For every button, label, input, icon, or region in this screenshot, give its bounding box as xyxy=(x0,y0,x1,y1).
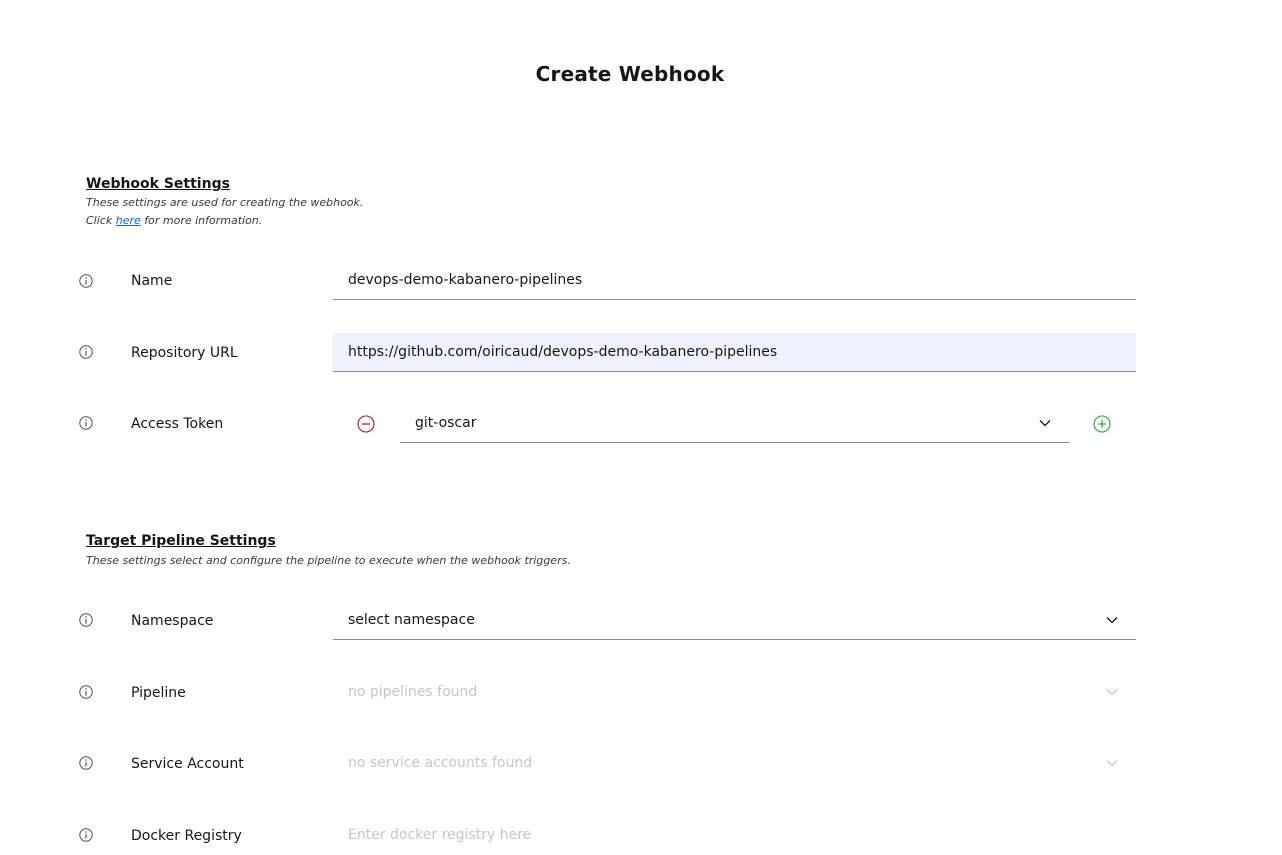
information-icon[interactable] xyxy=(79,685,93,699)
webhook-settings-title: Webhook Settings xyxy=(86,176,230,192)
chevron-down-icon xyxy=(1106,760,1118,767)
service-account-dropdown: no service accounts found xyxy=(333,744,1136,783)
service-account-label: Service Account xyxy=(131,756,244,772)
pipeline-settings-title: Target Pipeline Settings xyxy=(86,533,276,549)
docker-registry-input[interactable]: Enter docker registry here xyxy=(333,815,1136,854)
page-title: Create Webhook xyxy=(535,62,725,86)
access-token-value: git-oscar xyxy=(415,415,477,431)
service-account-value: no service accounts found xyxy=(348,755,533,771)
chevron-down-icon xyxy=(1106,689,1118,696)
minus-circle-icon[interactable] xyxy=(357,415,375,433)
name-value: devops-demo-kabanero-pipelines xyxy=(348,272,583,288)
pipeline-settings-description: These settings select and configure the … xyxy=(86,554,571,567)
namespace-value: select namespace xyxy=(348,612,475,628)
information-icon[interactable] xyxy=(79,274,93,288)
repo-url-input[interactable]: https://github.com/oiricaud/devops-demo-… xyxy=(333,333,1136,372)
chevron-down-icon xyxy=(1039,420,1051,427)
repo-url-row: Repository URL https://github.com/oirica… xyxy=(0,333,1282,373)
namespace-dropdown[interactable]: select namespace xyxy=(333,601,1136,640)
plus-circle-icon[interactable] xyxy=(1093,415,1111,433)
information-icon[interactable] xyxy=(79,345,93,359)
pipeline-dropdown: no pipelines found xyxy=(333,673,1136,712)
pipeline-value: no pipelines found xyxy=(348,684,478,700)
pipeline-row: Pipeline no pipelines found xyxy=(0,673,1282,713)
name-row: Name devops-demo-kabanero-pipelines xyxy=(0,261,1282,301)
access-token-label: Access Token xyxy=(131,416,224,432)
namespace-label: Namespace xyxy=(131,613,214,629)
namespace-row: Namespace select namespace xyxy=(0,601,1282,641)
webhook-settings-desc-line2: Click here for more information. xyxy=(86,212,363,230)
webhook-settings-desc-line1: These settings are used for creating the… xyxy=(86,196,364,209)
information-icon[interactable] xyxy=(79,613,93,627)
more-info-link[interactable]: here xyxy=(116,214,141,227)
docker-registry-row: Docker Registry Enter docker registry he… xyxy=(0,815,1282,855)
repo-url-value: https://github.com/oiricaud/devops-demo-… xyxy=(348,344,778,360)
repo-url-label: Repository URL xyxy=(131,345,238,361)
name-input[interactable]: devops-demo-kabanero-pipelines xyxy=(333,261,1136,300)
chevron-down-icon xyxy=(1106,617,1118,624)
access-token-dropdown[interactable]: git-oscar xyxy=(400,404,1069,443)
access-token-row: Access Token git-oscar xyxy=(0,404,1282,444)
docker-registry-label: Docker Registry xyxy=(131,828,242,844)
information-icon[interactable] xyxy=(79,416,93,430)
information-icon[interactable] xyxy=(79,828,93,842)
service-account-row: Service Account no service accounts foun… xyxy=(0,744,1282,784)
docker-registry-placeholder: Enter docker registry here xyxy=(348,827,532,843)
information-icon[interactable] xyxy=(79,756,93,770)
name-label: Name xyxy=(131,273,173,289)
pipeline-label: Pipeline xyxy=(131,685,186,701)
webhook-settings-description: These settings are used for creating the… xyxy=(86,194,363,230)
desc-click-text: Click xyxy=(86,214,113,227)
desc-rest-text: for more information. xyxy=(144,214,263,227)
